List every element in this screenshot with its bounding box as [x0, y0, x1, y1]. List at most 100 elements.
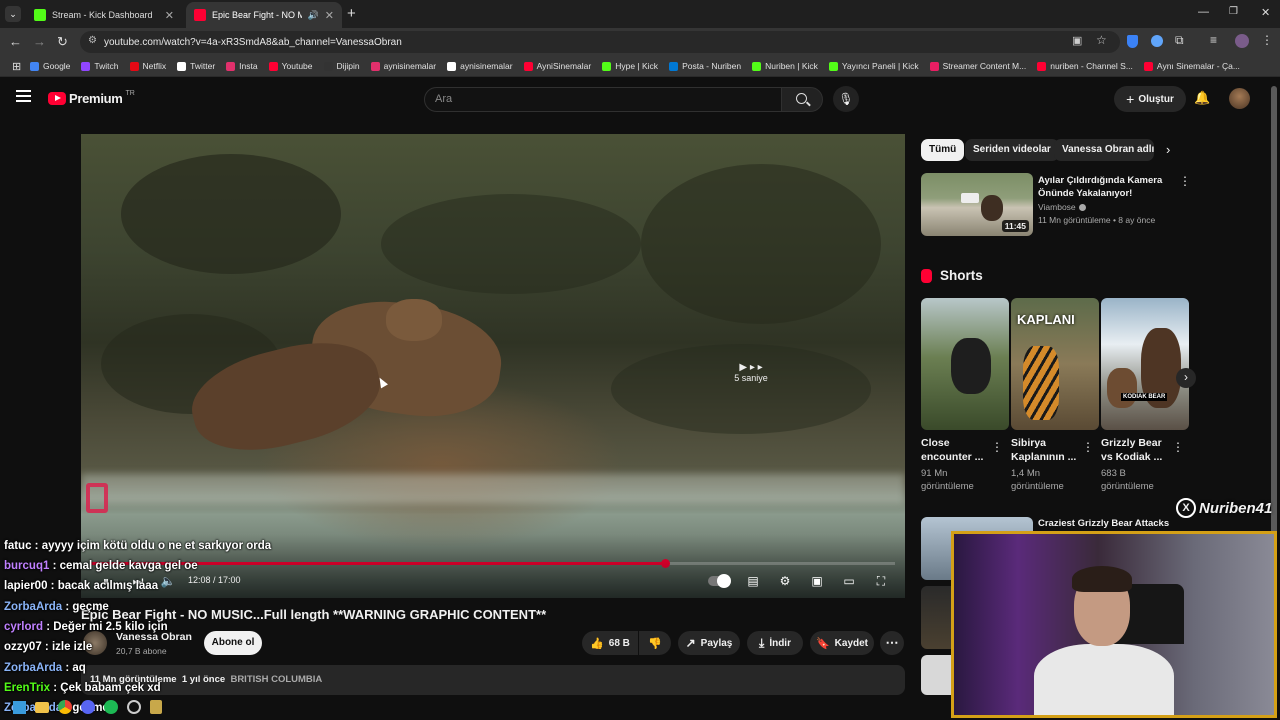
- reading-list-icon[interactable]: ≡: [1210, 33, 1217, 47]
- dislike-button[interactable]: 👎: [639, 631, 671, 655]
- bookmark-item[interactable]: aynisinemalar: [370, 61, 436, 71]
- search-button[interactable]: [781, 87, 823, 112]
- maximize-window-button[interactable]: ❐: [1229, 6, 1238, 17]
- short-title[interactable]: Sibirya Kaplanının ...: [1011, 436, 1081, 464]
- guide-menu-icon[interactable]: [16, 90, 31, 102]
- more-actions-button[interactable]: ⋯: [880, 631, 904, 655]
- short-overlay-text: KAPLANI: [1017, 312, 1075, 327]
- notifications-bell-icon[interactable]: 🔔: [1194, 90, 1210, 106]
- short-thumbnail[interactable]: KODIAK BEAR: [1101, 298, 1189, 430]
- discord-icon[interactable]: [81, 700, 95, 714]
- share-button[interactable]: ↗ Paylaş: [678, 631, 740, 655]
- chat-separator: :: [31, 540, 42, 552]
- bookmark-item[interactable]: Streamer Content M...: [929, 61, 1026, 71]
- chip-channel[interactable]: Vanessa Obran adlı yü: [1054, 139, 1154, 161]
- save-button[interactable]: 🔖 Kaydet: [810, 631, 874, 655]
- chat-separator: :: [49, 560, 60, 572]
- windows-start-icon[interactable]: [13, 700, 26, 714]
- tab-youtube-video[interactable]: Epic Bear Fight - NO MUSIC 🔊 ✕: [186, 2, 342, 28]
- recommended-title[interactable]: Ayılar Çıldırdığında Kamera Önünde Yakal…: [1038, 174, 1168, 200]
- recommended-thumbnail[interactable]: 11:45: [921, 173, 1033, 236]
- recommended-title[interactable]: Craziest Grizzly Bear Attacks: [1038, 518, 1169, 529]
- more-options-icon[interactable]: ⋮: [1172, 440, 1184, 454]
- profile-avatar-icon[interactable]: [1235, 34, 1249, 48]
- reload-icon[interactable]: ↻: [57, 34, 68, 50]
- forward-icon[interactable]: →: [33, 34, 46, 49]
- settings-gear-icon[interactable]: ⚙: [777, 574, 793, 588]
- chips-next-chevron-icon[interactable]: ›: [1166, 142, 1170, 157]
- short-thumbnail[interactable]: [921, 298, 1009, 430]
- back-icon[interactable]: ←: [9, 34, 22, 49]
- close-window-button[interactable]: ✕: [1261, 6, 1270, 19]
- bookmark-item[interactable]: Hype | Kick: [602, 61, 658, 71]
- autoplay-toggle[interactable]: [708, 574, 731, 588]
- bookmark-item[interactable]: Twitter: [177, 61, 215, 71]
- bookmark-item[interactable]: Twitch: [81, 61, 119, 71]
- download-button[interactable]: ⤓ İndir: [747, 631, 803, 655]
- shorts-next-chevron-icon[interactable]: ›: [1176, 368, 1196, 388]
- bookmark-item[interactable]: Dijipin: [323, 61, 360, 71]
- spotify-icon[interactable]: [104, 700, 118, 714]
- address-bar[interactable]: ⚙ youtube.com/watch?v=4a-xR3SmdA8&ab_cha…: [80, 31, 1120, 53]
- minimize-window-button[interactable]: —: [1198, 6, 1209, 18]
- file-explorer-icon[interactable]: [35, 701, 49, 713]
- bookmark-item[interactable]: Youtube: [268, 61, 313, 71]
- fullscreen-icon[interactable]: ⛶: [873, 574, 889, 588]
- bookmark-item[interactable]: nuriben - Channel S...: [1037, 61, 1133, 71]
- subtitles-icon[interactable]: ▤: [745, 574, 761, 588]
- account-avatar[interactable]: [1229, 88, 1250, 109]
- site-info-icon[interactable]: ⚙: [88, 35, 97, 46]
- subscribe-button[interactable]: Abone ol: [204, 631, 262, 655]
- create-button[interactable]: + Oluştur: [1114, 86, 1186, 112]
- bookmark-item[interactable]: Yayıncı Paneli | Kick: [828, 61, 919, 71]
- more-options-icon[interactable]: ⋮: [1179, 174, 1191, 188]
- bookmark-item[interactable]: Posta - Nuriben: [669, 61, 741, 71]
- bookmark-star-icon[interactable]: ☆: [1096, 33, 1107, 47]
- bookmark-item[interactable]: Insta: [226, 61, 258, 71]
- obs-icon[interactable]: [127, 700, 141, 714]
- more-options-icon[interactable]: ⋮: [1082, 440, 1094, 454]
- short-thumbnail[interactable]: KAPLANI: [1011, 298, 1099, 430]
- video-player[interactable]: ▶ ▸ ▸ 5 saniye: [81, 134, 905, 598]
- chat-separator: :: [41, 641, 52, 653]
- short-title[interactable]: Grizzly Bear vs Kodiak ...: [1101, 436, 1171, 464]
- close-tab-icon[interactable]: ✕: [165, 9, 174, 22]
- extension-icon[interactable]: [1151, 35, 1163, 47]
- chip-series[interactable]: Seriden videolar: [965, 139, 1059, 161]
- search-input[interactable]: Ara: [424, 87, 782, 112]
- bookmarks-bar: ⊞ Google Twitch Netflix Twitter Insta Youtube…: [0, 56, 1280, 77]
- app-icon[interactable]: [150, 700, 162, 714]
- miniplayer-icon[interactable]: ▣: [809, 574, 825, 588]
- voice-search-button[interactable]: 🎙: [833, 86, 859, 112]
- bookmark-item[interactable]: aynisinemalar: [447, 61, 513, 71]
- volume-icon[interactable]: 🔈: [160, 574, 176, 588]
- chip-all[interactable]: Tümü: [921, 139, 965, 161]
- bookmark-item[interactable]: Aynı Sinemalar - Ça...: [1143, 61, 1240, 71]
- shield-extension-icon[interactable]: [1127, 35, 1138, 48]
- bookmark-label: Google: [43, 61, 71, 71]
- more-horizontal-icon: ⋯: [885, 635, 899, 650]
- tab-search-button[interactable]: ⌄: [5, 6, 21, 22]
- extensions-puzzle-icon[interactable]: ⧉: [1175, 33, 1184, 48]
- bookmark-item[interactable]: Nuriben | Kick: [752, 61, 818, 71]
- twitter-handle-overlay: X Nuriben41: [1176, 498, 1272, 518]
- bookmark-item[interactable]: Netflix: [129, 61, 166, 71]
- tab-kick-dashboard[interactable]: Stream - Kick Dashboard ✕: [26, 2, 182, 28]
- chrome-icon[interactable]: [58, 700, 72, 714]
- bookmark-item[interactable]: AyniSinemalar: [523, 61, 591, 71]
- more-options-icon[interactable]: ⋮: [991, 440, 1003, 454]
- close-tab-icon[interactable]: ✕: [325, 9, 334, 22]
- short-title[interactable]: Close encounter ...: [921, 436, 991, 464]
- apps-grid-icon[interactable]: ⊞: [12, 60, 21, 73]
- bookmark-item[interactable]: Google: [30, 61, 70, 71]
- bookmark-label: Youtube: [281, 61, 313, 71]
- chat-username: ErenTrix: [4, 682, 51, 694]
- like-button[interactable]: 👍 68 B: [582, 631, 638, 655]
- audio-playing-icon[interactable]: 🔊: [308, 10, 319, 21]
- browser-menu-icon[interactable]: ⋮: [1261, 33, 1273, 47]
- theater-mode-icon[interactable]: ▭: [841, 574, 857, 588]
- cast-icon[interactable]: ▣: [1072, 34, 1082, 47]
- youtube-logo[interactable]: Premium TR: [48, 90, 135, 106]
- new-tab-button[interactable]: +: [347, 5, 356, 22]
- chat-message: ErenTrix : Çek babam çek xd: [4, 682, 161, 694]
